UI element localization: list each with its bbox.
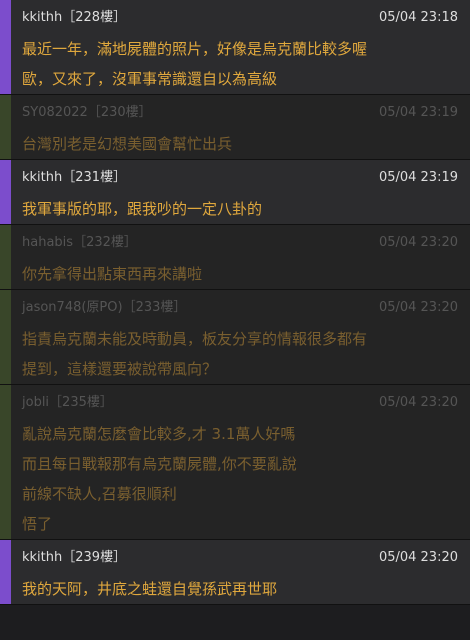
- post-time: 05/04 23:19: [378, 105, 458, 120]
- post-text-line: 亂說烏克蘭怎麼會比較多,才 3.1萬人好嗎: [22, 425, 296, 443]
- post-time: 05/04 23:20: [378, 235, 458, 250]
- post-floor: (原PO)［233樓］: [81, 300, 187, 315]
- post-text-line: 你先拿得出點東西再來講啦: [22, 265, 203, 283]
- post-author-floor: jobli［235樓］: [22, 395, 113, 411]
- post-side-bar: [0, 160, 11, 224]
- post-floor: ［235樓］: [49, 395, 113, 410]
- post-author-floor: SY082022［230樓］: [22, 105, 152, 121]
- post-text-line: 台灣別老是幻想美國會幫忙出兵: [22, 135, 233, 153]
- post-meta: kkithh［231樓］ 05/04 23:19: [22, 170, 458, 186]
- post-meta: kkithh［239樓］ 05/04 23:20: [22, 550, 458, 566]
- post-text-line: 最近一年，滿地屍體的照片，好像是烏克蘭比較多喔: [22, 40, 368, 58]
- post-side-bar: [0, 290, 11, 384]
- post-time: 05/04 23:20: [378, 300, 458, 315]
- post-side-bar: [0, 540, 11, 604]
- post-text-line: 而且每日戰報那有烏克蘭屍體,你不要亂說: [22, 455, 297, 473]
- post-text-line: 歐，又來了，沒軍事常識還自以為高級: [22, 70, 278, 88]
- post-author[interactable]: hahabis: [22, 235, 73, 250]
- post-side-bar: [0, 0, 11, 94]
- comment-post: SY082022［230樓］ 05/04 23:19 台灣別老是幻想美國會幫忙出兵: [0, 95, 470, 160]
- post-side-bar: [0, 95, 11, 159]
- post-side-bar: [0, 385, 11, 539]
- post-meta: hahabis［232樓］ 05/04 23:20: [22, 235, 458, 251]
- post-floor: ［232樓］: [73, 235, 137, 250]
- post-time: 05/04 23:20: [378, 550, 458, 565]
- post-text-line: 悟了: [22, 515, 53, 533]
- comment-thread: kkithh［228樓］ 05/04 23:18 最近一年，滿地屍體的照片，好像是烏…: [0, 0, 470, 640]
- post-floor: ［231樓］: [62, 170, 127, 185]
- post-meta: jason748(原PO)［233樓］ 05/04 23:20: [22, 300, 458, 316]
- post-author[interactable]: jason748: [22, 300, 81, 315]
- post-text-line: 前線不缺人,召募很順利: [22, 485, 177, 503]
- post-floor: ［230樓］: [87, 105, 152, 120]
- post-time: 05/04 23:19: [378, 170, 458, 185]
- post-author-floor: kkithh［228樓］: [22, 10, 126, 26]
- comment-post: jobli［235樓］ 05/04 23:20 亂說烏克蘭怎麼會比較多,才 3.1萬…: [0, 385, 470, 540]
- post-author[interactable]: kkithh: [22, 170, 62, 185]
- post-author-floor: jason748(原PO)［233樓］: [22, 300, 186, 316]
- post-author[interactable]: kkithh: [22, 550, 62, 565]
- post-meta: kkithh［228樓］ 05/04 23:18: [22, 10, 458, 26]
- comment-post: jason748(原PO)［233樓］ 05/04 23:20 指責烏克蘭未能及時動…: [0, 290, 470, 385]
- post-floor: ［239樓］: [62, 550, 127, 565]
- post-text-line: 我的天阿，井底之蛙還自覺孫武再世耶: [22, 580, 278, 598]
- post-text-line: 我軍事版的耶，跟我吵的一定八卦的: [22, 200, 263, 218]
- post-text-line: 提到，這樣還要被說帶風向？: [22, 360, 218, 378]
- post-meta: SY082022［230樓］ 05/04 23:19: [22, 105, 458, 121]
- comment-post: kkithh［228樓］ 05/04 23:18 最近一年，滿地屍體的照片，好像是烏…: [0, 0, 470, 95]
- comment-post: hahabis［232樓］ 05/04 23:20 你先拿得出點東西再來講啦: [0, 225, 470, 290]
- post-author[interactable]: SY082022: [22, 105, 88, 120]
- post-side-bar: [0, 225, 11, 289]
- post-time: 05/04 23:18: [378, 10, 458, 25]
- post-meta: jobli［235樓］ 05/04 23:20: [22, 395, 458, 411]
- post-author[interactable]: jobli: [22, 395, 49, 410]
- post-author-floor: hahabis［232樓］: [22, 235, 137, 251]
- post-author[interactable]: kkithh: [22, 10, 62, 25]
- comment-post: kkithh［231樓］ 05/04 23:19 我軍事版的耶，跟我吵的一定八卦的: [0, 160, 470, 225]
- post-author-floor: kkithh［231樓］: [22, 170, 126, 186]
- post-text-line: 指責烏克蘭未能及時動員，板友分享的情報很多都有: [22, 330, 368, 348]
- comment-post: kkithh［239樓］ 05/04 23:20 我的天阿，井底之蛙還自覺孫武再世耶: [0, 540, 470, 605]
- post-author-floor: kkithh［239樓］: [22, 550, 126, 566]
- post-time: 05/04 23:20: [378, 395, 458, 410]
- post-floor: ［228樓］: [62, 10, 127, 25]
